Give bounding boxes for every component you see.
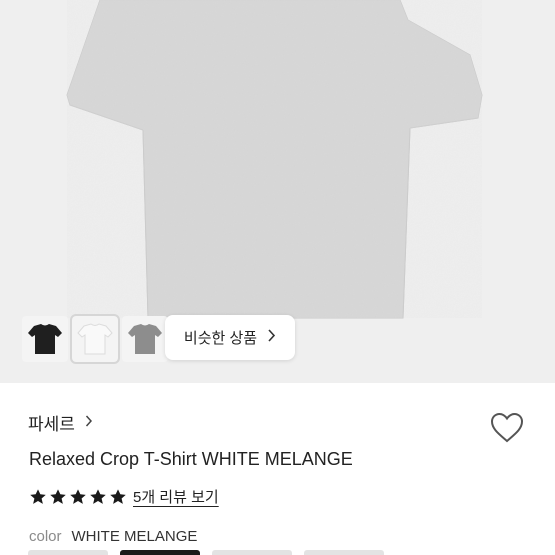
product-info: 파세르 bbox=[28, 405, 527, 439]
thumbnail-gray[interactable] bbox=[122, 316, 168, 362]
wishlist-button[interactable] bbox=[489, 410, 525, 446]
product-image[interactable]: 비슷한 상품 bbox=[0, 0, 555, 383]
option-chip[interactable] bbox=[28, 550, 108, 555]
heart-outline-icon bbox=[490, 412, 524, 443]
thumbnail-white[interactable] bbox=[70, 314, 120, 364]
reviews-link[interactable]: 5개 리뷰 보기 bbox=[133, 486, 219, 507]
star-icon bbox=[110, 488, 126, 504]
color-row: color WHITE MELANGE bbox=[29, 528, 197, 545]
similar-products-button[interactable]: 비슷한 상품 bbox=[165, 315, 295, 360]
star-icon bbox=[70, 488, 86, 504]
thumbnail-strip bbox=[22, 314, 168, 364]
thumbnail-black[interactable] bbox=[22, 316, 68, 362]
option-chip[interactable] bbox=[304, 550, 384, 555]
rating-row: 5개 리뷰 보기 bbox=[29, 486, 219, 507]
color-value: WHITE MELANGE bbox=[71, 528, 198, 545]
similar-products-label: 비슷한 상품 bbox=[183, 330, 258, 347]
option-chip[interactable] bbox=[212, 550, 292, 555]
tshirt-icon bbox=[28, 324, 62, 354]
brand-link[interactable]: 파세르 bbox=[28, 405, 527, 439]
option-chip[interactable] bbox=[120, 550, 200, 555]
tshirt-icon bbox=[128, 324, 162, 354]
chevron-right-icon bbox=[267, 329, 276, 346]
star-icon bbox=[90, 488, 106, 504]
star-rating bbox=[29, 488, 127, 506]
star-icon bbox=[50, 488, 66, 504]
brand-name: 파세르 bbox=[28, 414, 75, 434]
chevron-right-icon bbox=[85, 414, 93, 431]
product-title: Relaxed Crop T-Shirt WHITE MELANGE bbox=[29, 449, 353, 469]
color-label: color bbox=[29, 528, 62, 545]
tshirt-icon bbox=[77, 323, 113, 355]
star-icon bbox=[30, 488, 46, 504]
